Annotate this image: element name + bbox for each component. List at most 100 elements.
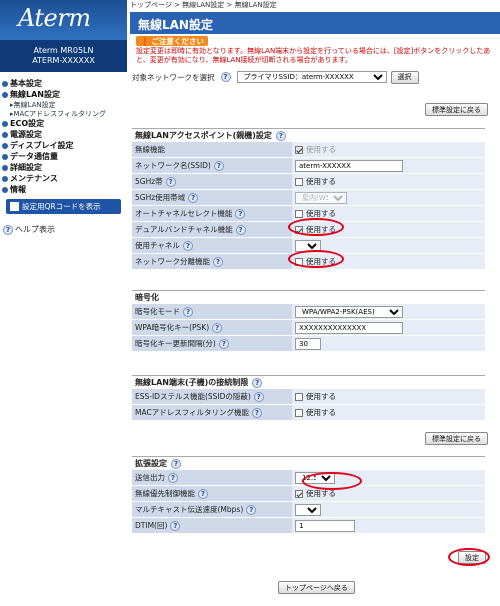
wireless-checkbox: [295, 145, 303, 154]
bullet-icon: [2, 153, 8, 160]
help-icon[interactable]: ?: [252, 407, 263, 418]
network-select[interactable]: プライマリSSID：aterm-XXXXXX: [236, 71, 387, 83]
auto-channel-checkbox[interactable]: [295, 209, 303, 218]
sidebar-item-power[interactable]: 電源設定: [2, 129, 127, 140]
warning-box: ❗ ご注意ください 設定変更は即時に有効となります。無線LAN端末から設定を行って…: [130, 36, 500, 66]
page-title: 無線LAN設定: [130, 12, 500, 34]
top-page-button[interactable]: トップページへ戻る: [278, 581, 355, 594]
sidebar-item-display[interactable]: ディスプレイ設定: [2, 140, 127, 151]
select-button[interactable]: 選択: [390, 70, 419, 84]
section-extended: 拡張設定? 送信出力? 12.5% 無線優先制御機能? 使用する マルチキャスト伝送…: [132, 456, 485, 534]
channel-select[interactable]: 7: [295, 239, 321, 252]
default-button-2[interactable]: 標準設定に戻る: [425, 432, 488, 445]
row-wireless: 無線機能 使用する: [132, 142, 485, 158]
bullet-icon: [2, 131, 8, 138]
help-icon[interactable]: ?: [220, 72, 231, 82]
row-psk: WPA暗号化キー(PSK)?: [132, 320, 485, 336]
bullet-icon: [2, 186, 8, 193]
stealth-checkbox[interactable]: [295, 392, 303, 401]
row-auto-channel: オートチャネルセレクト機能? 使用する: [132, 206, 485, 222]
help-icon[interactable]: ?: [275, 130, 286, 141]
row-5ghz-band: 5GHz使用帯域? 屋内(W52): [132, 190, 485, 206]
help-icon[interactable]: ?: [213, 160, 224, 171]
row-stealth: ESS-IDステルス機能(SSIDの隠蔽)? 使用する: [132, 389, 485, 405]
tx-power-select[interactable]: 12.5%: [295, 471, 335, 484]
help-icon[interactable]: ?: [246, 504, 257, 515]
help-icon[interactable]: ?: [213, 256, 223, 267]
dtim-input[interactable]: [295, 519, 355, 532]
help-icon[interactable]: ?: [168, 472, 178, 483]
qr-code-button[interactable]: 設定用QRコードを表示: [6, 199, 121, 214]
help-icon[interactable]: ?: [235, 208, 246, 219]
help-link[interactable]: ? ヘルプ表示: [3, 224, 127, 235]
section-encryption: 暗号化 暗号化モード? WPA/WPA2-PSK(AES) WPA暗号化キー(PS…: [132, 290, 485, 352]
multicast-select[interactable]: 1: [295, 503, 321, 516]
key-interval-input[interactable]: [295, 337, 321, 350]
sidebar-item-wlan[interactable]: 無線LAN設定: [2, 89, 127, 100]
5ghz-checkbox[interactable]: [295, 177, 303, 186]
help-icon[interactable]: ?: [171, 458, 181, 469]
breadcrumb: トップページ > 無線LAN設定 > 無線LAN設定: [130, 1, 277, 9]
section-title: 拡張設定?: [132, 456, 485, 470]
row-key-interval: 暗号化キー更新間隔(分)?: [132, 336, 485, 352]
help-icon[interactable]: ?: [198, 488, 208, 499]
help-icon: ?: [3, 224, 13, 235]
help-icon[interactable]: ?: [235, 224, 246, 235]
section-access-point: 無線LANアクセスポイント(親機)設定? 無線機能 使用する ネットワーク名(SS…: [132, 128, 485, 270]
row-isolation: ネットワーク分離機能? 使用する: [132, 254, 485, 270]
section-connection-limit: 無線LAN端末(子機)の接続制限? ESS-IDステルス機能(SSIDの隠蔽)?…: [132, 375, 485, 421]
warning-text: 設定変更は即時に有効となります。無線LAN端末から設定を行っている場合には、[設…: [136, 47, 491, 64]
bullet-icon: [2, 142, 8, 149]
help-icon[interactable]: ?: [182, 240, 193, 251]
network-select-row: 対象ネットワークを選択 ? プライマリSSID：aterm-XXXXXX 選択: [130, 69, 500, 85]
dual-channel-checkbox[interactable]: [295, 225, 303, 234]
warning-icon: ❗: [140, 36, 150, 46]
section-title: 無線LANアクセスポイント(親機)設定?: [132, 128, 485, 142]
ssid-input[interactable]: [295, 159, 403, 172]
model-name: Aterm MR05LN: [33, 46, 94, 55]
row-dtim: DTIM(回)?: [132, 518, 485, 534]
help-icon[interactable]: ?: [170, 520, 181, 531]
sidebar-item-data-usage[interactable]: データ通信量: [2, 151, 127, 162]
sidebar-item-info[interactable]: 情報: [2, 184, 127, 195]
help-icon[interactable]: ?: [252, 377, 263, 388]
qr-icon: [10, 202, 19, 211]
section-title: 無線LAN端末(子機)の接続制限?: [132, 375, 485, 389]
default-button[interactable]: 標準設定に戻る: [425, 103, 488, 116]
bullet-icon: [2, 91, 8, 98]
priority-checkbox[interactable]: [295, 489, 303, 498]
bullet-icon: [2, 175, 8, 182]
row-priority: 無線優先制御機能? 使用する: [132, 486, 485, 502]
sidebar-nav: 基本設定 無線LAN設定 ▸ 無線LAN設定 ▸ MACアドレスフィルタリング EC…: [0, 78, 127, 195]
help-icon[interactable]: ?: [212, 322, 223, 333]
mac-filter-checkbox[interactable]: [295, 408, 303, 417]
row-multicast: マルチキャスト伝送速度(Mbps)? 1: [132, 502, 485, 518]
help-icon[interactable]: ?: [188, 192, 199, 203]
main-content: トップページ > 無線LAN設定 > 無線LAN設定 無線LAN設定 ❗ ご注意く…: [130, 0, 500, 606]
device-name: ATERM-XXXXXX: [32, 56, 95, 65]
sidebar: Aterm Aterm MR05LN ATERM-XXXXXX 基本設定 無線L…: [0, 0, 127, 606]
help-icon[interactable]: ?: [165, 176, 176, 187]
psk-input[interactable]: [295, 321, 403, 334]
row-enc-mode: 暗号化モード? WPA/WPA2-PSK(AES): [132, 304, 485, 320]
enc-mode-select[interactable]: WPA/WPA2-PSK(AES): [295, 305, 403, 318]
section-title: 暗号化: [132, 290, 485, 304]
help-icon[interactable]: ?: [218, 338, 229, 349]
row-5ghz: 5GHz帯? 使用する: [132, 174, 485, 190]
save-button[interactable]: 設定: [458, 551, 486, 564]
sidebar-item-basic[interactable]: 基本設定: [2, 78, 127, 89]
sidebar-item-maintenance[interactable]: メンテナンス: [2, 173, 127, 184]
sidebar-item-advanced[interactable]: 詳細設定: [2, 162, 127, 173]
help-icon[interactable]: ?: [253, 391, 264, 402]
sidebar-sub-mac-filter[interactable]: ▸ MACアドレスフィルタリング: [2, 109, 127, 118]
help-icon[interactable]: ?: [183, 306, 193, 317]
bullet-icon: [2, 120, 8, 127]
model-info: Aterm MR05LN ATERM-XXXXXX: [0, 40, 127, 72]
sidebar-item-eco[interactable]: ECO設定: [2, 118, 127, 129]
row-mac-filter: MACアドレスフィルタリング機能? 使用する: [132, 405, 485, 421]
bullet-icon: [2, 164, 8, 171]
row-ssid: ネットワーク名(SSID)?: [132, 158, 485, 174]
band-select: 屋内(W52): [295, 191, 347, 204]
row-channel: 使用チャネル? 7: [132, 238, 485, 254]
isolation-checkbox[interactable]: [295, 257, 303, 266]
